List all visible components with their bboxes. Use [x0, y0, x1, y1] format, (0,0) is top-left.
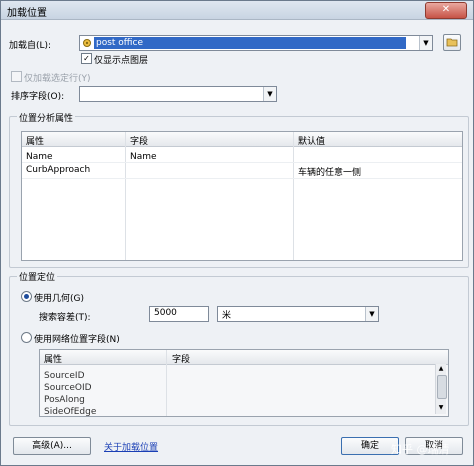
row-divider: [22, 162, 462, 163]
column-header[interactable]: 属性: [26, 134, 44, 147]
use-geometry-label: 使用几何(G): [34, 294, 84, 304]
network-fields-grid[interactable]: 属性 字段 SourceID SourceOID PosAlong SideOf…: [39, 349, 449, 417]
column-divider: [293, 132, 294, 260]
row-divider: [22, 178, 462, 179]
column-header[interactable]: 字段: [172, 352, 190, 365]
grid-header: [22, 132, 462, 147]
load-from-combo[interactable]: post office ▼: [79, 35, 433, 51]
search-tolerance-value: 5000: [154, 308, 177, 318]
grid-header: [40, 350, 448, 365]
load-from-value: post office: [94, 37, 406, 49]
selected-only-label: 仅加载选定行(Y): [24, 74, 91, 84]
use-geometry-radio[interactable]: [21, 291, 32, 302]
scroll-up-icon[interactable]: ▲: [436, 364, 446, 374]
selected-only-checkbox[interactable]: [11, 71, 22, 82]
sort-field-label: 排序字段(O):: [11, 92, 65, 102]
chevron-down-icon[interactable]: ▼: [263, 87, 276, 101]
attr-cell: Name: [26, 152, 53, 162]
column-divider: [125, 132, 126, 260]
network-grid-scrollbar[interactable]: ▲ ▼: [435, 364, 447, 414]
window-title: 加载位置: [7, 8, 47, 19]
column-header[interactable]: 默认值: [298, 134, 325, 147]
chevron-down-icon[interactable]: ▼: [365, 307, 378, 321]
load-from-label: 加载自(L):: [9, 41, 52, 51]
advanced-button[interactable]: 高级(A)...: [13, 437, 91, 455]
close-button[interactable]: ✕: [425, 2, 467, 19]
load-locations-dialog: 加载位置 ✕ 加载自(L): post office ▼ ✓ 仅显示点图层 仅加…: [0, 0, 474, 466]
attr-cell: CurbApproach: [26, 165, 91, 175]
list-item: SideOfEdge: [44, 407, 97, 417]
default-cell[interactable]: 车辆的任意一侧: [298, 165, 361, 178]
unit-combo[interactable]: 米 ▼: [217, 306, 379, 322]
browse-button[interactable]: [443, 34, 461, 51]
search-tolerance-label: 搜索容差(T):: [39, 313, 91, 323]
location-position-label: 位置定位: [17, 270, 58, 283]
point-layer-icon: [82, 38, 92, 48]
title-bar: 加载位置 ✕: [1, 1, 473, 20]
list-item: PosAlong: [44, 395, 85, 405]
list-item: SourceID: [44, 371, 85, 381]
scroll-down-icon[interactable]: ▼: [436, 403, 446, 413]
column-header[interactable]: 字段: [130, 134, 148, 147]
list-item: SourceOID: [44, 383, 92, 393]
field-cell[interactable]: Name: [130, 152, 157, 162]
chevron-down-icon[interactable]: ▼: [419, 36, 432, 50]
unit-value: 米: [222, 311, 232, 321]
location-analysis-label: 位置分析属性: [17, 111, 76, 124]
location-analysis-grid[interactable]: 属性 字段 默认值 Name Name CurbApproach 车辆的任意一侧: [21, 131, 463, 261]
folder-open-icon: [446, 38, 458, 50]
column-divider: [166, 350, 167, 416]
sort-field-combo[interactable]: ▼: [79, 86, 277, 102]
scroll-thumb[interactable]: [437, 375, 447, 399]
only-points-label: 仅显示点图层: [94, 56, 149, 66]
only-points-checkbox[interactable]: ✓: [81, 53, 92, 64]
column-header[interactable]: 属性: [44, 352, 62, 365]
use-network-radio[interactable]: [21, 332, 32, 343]
watermark: 知乎 @瑞清: [391, 443, 450, 456]
about-load-locations-link[interactable]: 关于加载位置: [104, 440, 158, 453]
use-network-label: 使用网络位置字段(N): [34, 335, 120, 345]
search-tolerance-input[interactable]: 5000: [149, 306, 209, 322]
